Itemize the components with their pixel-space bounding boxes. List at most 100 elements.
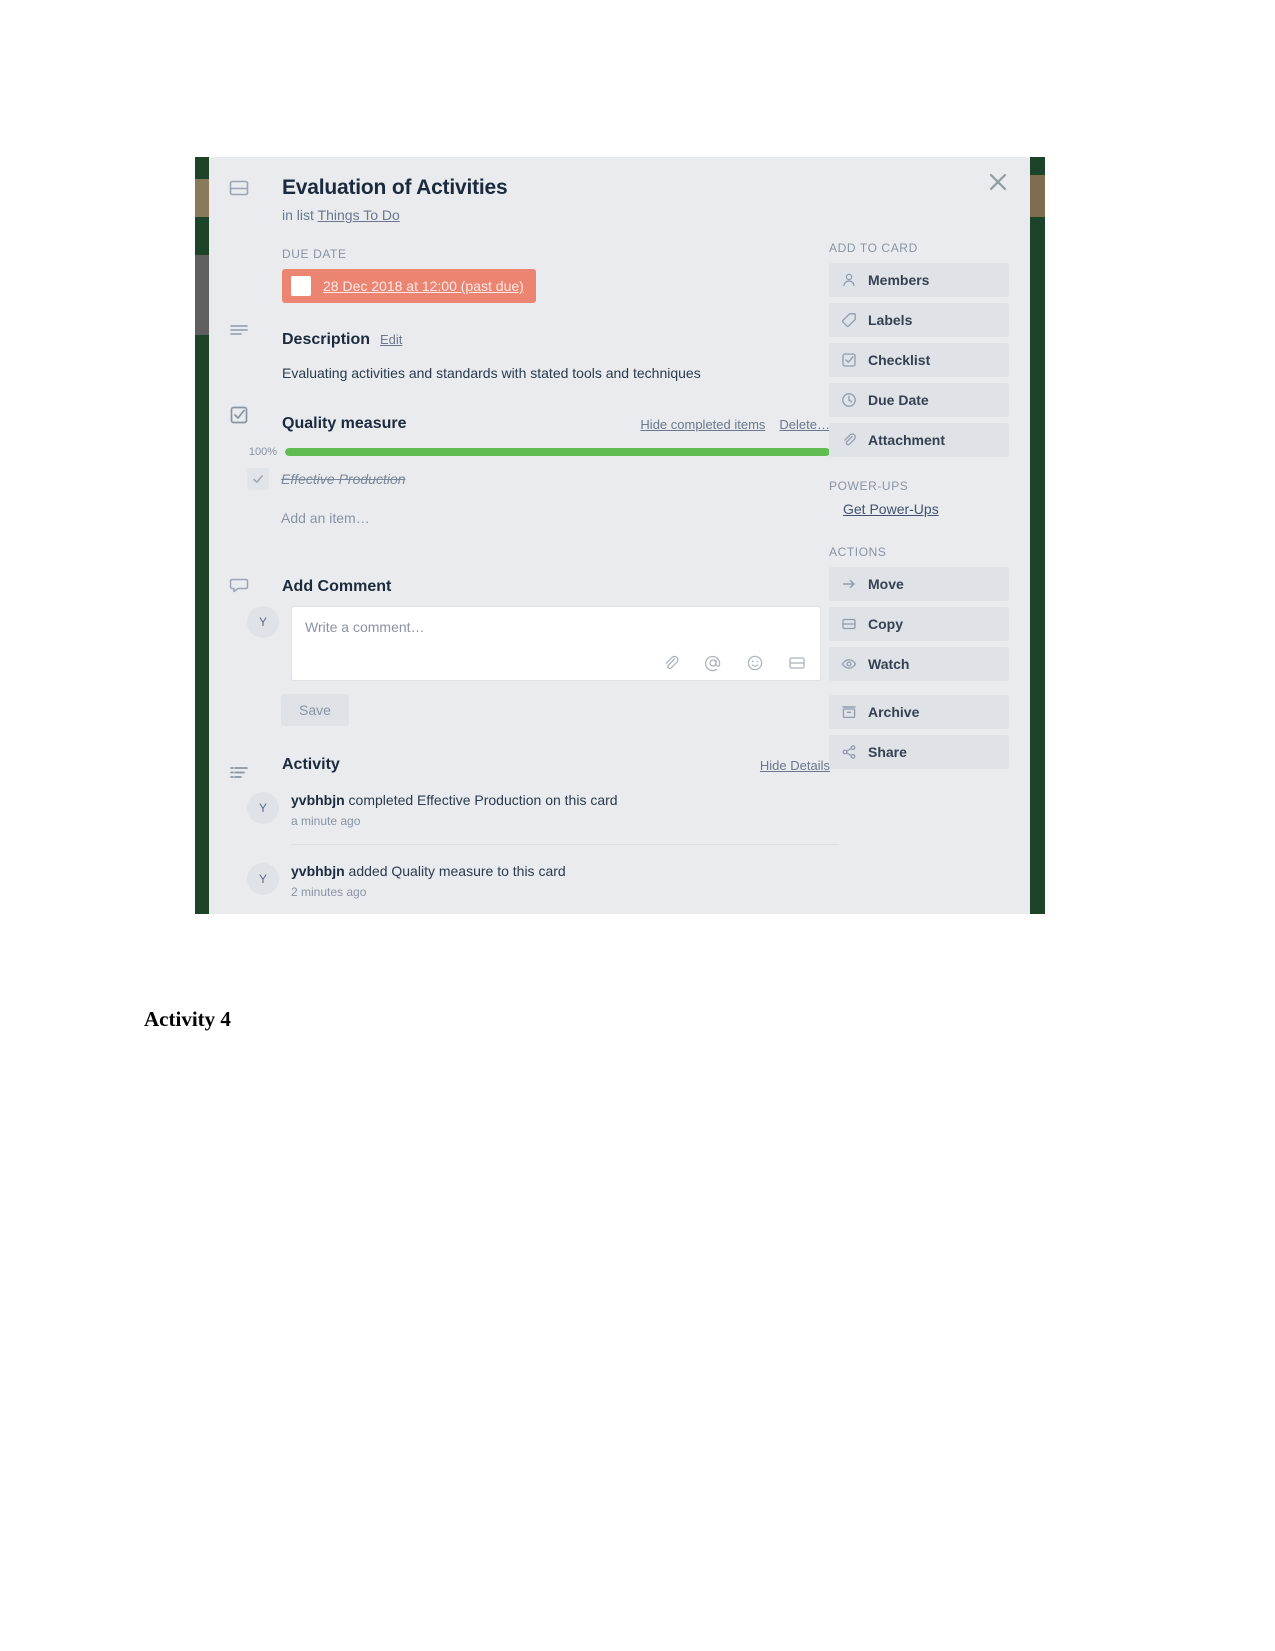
comment-input[interactable]: Write a comment… [291, 606, 821, 681]
add-checklist-item-input[interactable]: Add an item… [281, 510, 821, 526]
comment-placeholder: Write a comment… [305, 619, 425, 635]
description-header: Description Edit [282, 331, 821, 349]
sidebar-item-share[interactable]: Share [829, 735, 1009, 769]
board-background-right [1030, 157, 1045, 914]
board-list-strip-tan [195, 179, 209, 217]
description-body: Evaluating activities and standards with… [282, 365, 701, 381]
description-lines-icon [228, 320, 252, 344]
sidebar-item-label: Checklist [868, 352, 931, 368]
person-icon [841, 272, 857, 288]
activity-list-icon [228, 762, 252, 786]
activity-header: Activity Hide Details [282, 756, 830, 774]
due-date-label: DUE DATE [282, 247, 347, 261]
attachment-icon[interactable] [662, 654, 680, 672]
activity-entry-text: yvbhbjn completed Effective Production o… [291, 791, 618, 810]
sidebar-item-members[interactable]: Members [829, 263, 1009, 297]
description-edit-link[interactable]: Edit [380, 332, 402, 347]
arrow-right-icon [841, 576, 857, 592]
activity-entry-action: completed Effective Production on this c… [344, 792, 618, 808]
card-icon[interactable] [788, 654, 806, 672]
sidebar-item-label: Share [868, 744, 907, 760]
emoji-icon[interactable] [746, 654, 764, 672]
get-power-ups-link[interactable]: Get Power-Ups [843, 501, 939, 517]
eye-icon [841, 656, 857, 672]
delete-checklist-link[interactable]: Delete… [779, 417, 830, 432]
page-root: Evaluation of Activities in list Things … [0, 0, 1275, 1651]
list-name-link[interactable]: Things To Do [318, 207, 400, 223]
progress-bar-fill [285, 448, 830, 456]
breadcrumb: in list Things To Do [282, 207, 821, 223]
attachment-icon [841, 432, 857, 448]
powerups-label: POWER-UPS [829, 479, 909, 493]
card-icon [228, 177, 252, 201]
checklist-item-checkbox[interactable] [247, 468, 269, 490]
sidebar-item-labels[interactable]: Labels [829, 303, 1009, 337]
comment-composer: Y Write a comment… [247, 606, 821, 681]
document-footer-heading: Activity 4 [144, 1007, 231, 1031]
sidebar-item-copy[interactable]: Copy [829, 607, 1009, 641]
activity-entry-time: 2 minutes ago [291, 885, 367, 899]
actions-label: ACTIONS [829, 545, 887, 559]
activity-entry-action: added Quality measure to this card [344, 863, 566, 879]
activity-entry: Y yvbhbjn added Quality measure to this … [247, 862, 821, 899]
mention-icon[interactable] [704, 654, 722, 672]
hide-details-link[interactable]: Hide Details [760, 758, 830, 773]
share-icon [841, 744, 857, 760]
sidebar-item-label: Attachment [868, 432, 946, 448]
due-date-value: 28 Dec 2018 at 12:00 (past due) [323, 278, 524, 294]
activity-entry-user: yvbhbjn [291, 863, 345, 879]
checklist-heading: Quality measure [282, 415, 407, 432]
sidebar-item-label: Members [868, 272, 930, 288]
board-list-strip-gray [195, 255, 209, 335]
sidebar-item-label: Archive [868, 704, 920, 720]
clock-icon [841, 392, 857, 408]
due-date-checkbox[interactable] [291, 276, 311, 296]
tag-icon [841, 312, 857, 328]
activity-entry: Y yvbhbjn completed Effective Production… [247, 791, 821, 828]
checklist-header: Quality measure Hide completed items Del… [282, 415, 830, 433]
comment-toolbar [662, 654, 806, 672]
sidebar-item-label: Move [868, 576, 904, 592]
sidebar-item-checklist[interactable]: Checklist [829, 343, 1009, 377]
card-icon [841, 616, 857, 632]
card-sidebar: ADD TO CARD Members Labels Checklist Due… [829, 157, 1030, 914]
checklist-percent: 100% [248, 446, 277, 458]
sidebar-item-watch[interactable]: Watch [829, 647, 1009, 681]
sidebar-item-archive[interactable]: Archive [829, 695, 1009, 729]
comment-bubble-icon [228, 574, 252, 598]
checklist-icon [841, 352, 857, 368]
card-detail-modal: Evaluation of Activities in list Things … [209, 157, 1030, 914]
sidebar-item-label: Due Date [868, 392, 929, 408]
page-title: Evaluation of Activities [282, 176, 508, 199]
sidebar-item-due-date[interactable]: Due Date [829, 383, 1009, 417]
add-to-card-label: ADD TO CARD [829, 241, 918, 255]
activity-heading: Activity [282, 756, 340, 773]
description-heading: Description [282, 331, 371, 348]
checklist-item[interactable]: Effective Production [247, 468, 821, 490]
checklist-item-label: Effective Production [281, 471, 406, 487]
avatar: Y [247, 863, 279, 895]
activity-entry-text: yvbhbjn added Quality measure to this ca… [291, 862, 566, 881]
progress-bar-track [285, 448, 830, 456]
avatar: Y [247, 792, 279, 824]
board-background-left [195, 157, 209, 914]
save-comment-button[interactable]: Save [281, 694, 349, 726]
sidebar-item-move[interactable]: Move [829, 567, 1009, 601]
sidebar-item-label: Copy [868, 616, 903, 632]
divider [291, 844, 839, 845]
in-list-prefix: in list [282, 207, 314, 223]
board-list-strip-tan-right [1030, 175, 1045, 217]
checklist-progress: 100% [247, 446, 830, 458]
sidebar-item-label: Labels [868, 312, 913, 328]
checklist-icon [228, 404, 252, 428]
sidebar-item-label: Watch [868, 656, 910, 672]
checklist-actions: Hide completed items Delete… [640, 417, 830, 432]
sidebar-item-attachment[interactable]: Attachment [829, 423, 1009, 457]
due-date-badge[interactable]: 28 Dec 2018 at 12:00 (past due) [282, 269, 536, 303]
activity-entry-time: a minute ago [291, 814, 361, 828]
hide-completed-items-link[interactable]: Hide completed items [640, 417, 765, 432]
avatar: Y [247, 606, 279, 638]
